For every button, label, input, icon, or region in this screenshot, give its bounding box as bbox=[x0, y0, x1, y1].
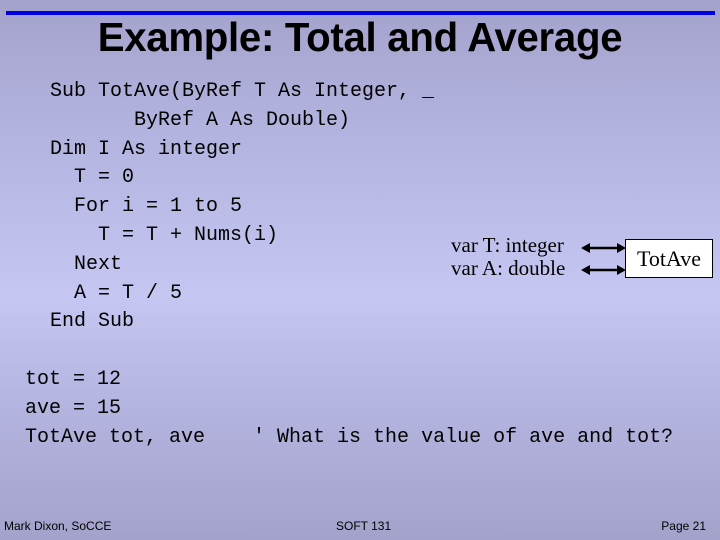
footer-author: Mark Dixon, SoCCE bbox=[4, 519, 112, 533]
code-line: For i = 1 to 5 bbox=[50, 195, 243, 219]
code-line: Sub TotAve(ByRef T As Integer, _ bbox=[50, 80, 435, 103]
parameter-diagram-variables: var T: integer var A: double bbox=[451, 234, 565, 280]
bidirectional-arrows bbox=[581, 243, 626, 275]
footer-page-number: Page 21 bbox=[661, 519, 706, 533]
call-code-block: tot = 12 ave = 15 TotAve tot, ave ' What i… bbox=[25, 366, 673, 452]
code-line: tot = 12 bbox=[25, 368, 122, 391]
code-line: TotAve tot, ave ' What is the value of a… bbox=[25, 425, 674, 449]
procedure-box: TotAve bbox=[625, 239, 713, 278]
bidirectional-arrow-icon bbox=[581, 243, 626, 253]
variable-label-a: var A: double bbox=[451, 256, 566, 280]
code-line: ByRef A As Double) bbox=[50, 108, 351, 132]
code-line: A = T / 5 bbox=[50, 281, 183, 305]
variable-label-t: var T: integer bbox=[451, 233, 564, 257]
slide-title: Example: Total and Average bbox=[97, 14, 623, 60]
footer-course: SOFT 131 bbox=[336, 519, 392, 533]
bidirectional-arrow-icon bbox=[581, 265, 626, 275]
code-line: T = T + Nums(i) bbox=[50, 223, 279, 247]
code-line: End Sub bbox=[50, 310, 135, 334]
code-line: Dim I As integer bbox=[50, 137, 243, 161]
procedure-code-block: Sub TotAve(ByRef T As Integer, _ ByRef A… bbox=[50, 78, 434, 337]
code-line: T = 0 bbox=[50, 166, 135, 190]
code-line: Next bbox=[50, 252, 123, 276]
code-line: ave = 15 bbox=[25, 396, 122, 420]
